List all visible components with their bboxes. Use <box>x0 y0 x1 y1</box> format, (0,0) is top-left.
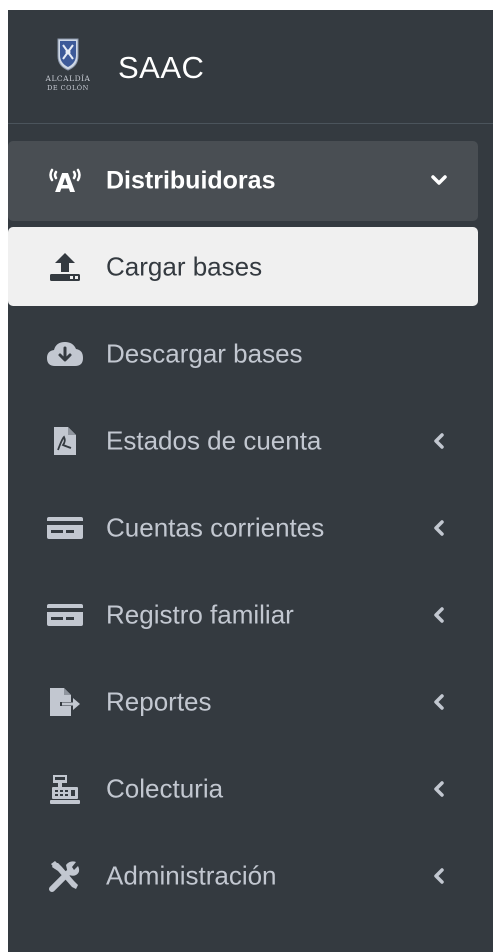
id-card-icon <box>44 598 86 632</box>
nav-item-administracion[interactable]: Administración <box>8 836 478 916</box>
sidebar: ALCALDÍA DE COLÓN SAAC A Distribuidoras <box>8 10 493 952</box>
nav-label-descargar-bases: Descargar bases <box>106 338 303 369</box>
tools-icon <box>44 859 86 893</box>
nav-item-distribuidoras[interactable]: A Distribuidoras <box>8 141 478 221</box>
nav-label-colecturia: Colecturia <box>106 773 224 804</box>
nav-item-cuentas-corrientes[interactable]: Cuentas corrientes <box>8 488 478 568</box>
nav-label-reportes: Reportes <box>106 686 212 717</box>
nav-label-cuentas-corrientes: Cuentas corrientes <box>106 512 325 543</box>
nav-label-administracion: Administración <box>106 860 277 891</box>
id-card-icon <box>44 511 86 545</box>
svg-text:ALCALDÍA: ALCALDÍA <box>45 74 91 83</box>
cash-register-icon <box>44 772 86 806</box>
chevron-left-icon <box>430 780 448 798</box>
nav-item-reportes[interactable]: Reportes <box>8 662 478 742</box>
nav-item-registro-familiar[interactable]: Registro familiar <box>8 575 478 655</box>
nav-label-estados-de-cuenta: Estados de cuenta <box>106 425 322 456</box>
chevron-left-icon <box>430 432 448 450</box>
nav-item-estados-de-cuenta[interactable]: Estados de cuenta <box>8 401 478 481</box>
brand-link[interactable]: ALCALDÍA DE COLÓN SAAC <box>8 10 493 124</box>
chevron-left-icon <box>430 606 448 624</box>
brand-text: SAAC <box>118 50 205 85</box>
nav-item-cargar-bases[interactable]: Cargar bases <box>8 227 478 306</box>
alcaldia-logo-icon: ALCALDÍA DE COLÓN <box>45 38 91 92</box>
nav-label-cargar-bases: Cargar bases <box>106 251 263 281</box>
nav-item-descargar-bases[interactable]: Descargar bases <box>8 314 478 394</box>
chevron-left-icon <box>430 693 448 711</box>
nav-label-distribuidoras: Distribuidoras <box>106 166 276 195</box>
nav-item-colecturia[interactable]: Colecturia <box>8 749 478 829</box>
nav-label-registro-familiar: Registro familiar <box>106 599 294 630</box>
upload-icon <box>44 250 86 284</box>
chevron-left-icon <box>430 519 448 537</box>
file-pdf-icon <box>44 424 86 458</box>
svg-text:A: A <box>55 169 75 196</box>
broadcast-tower-icon: A <box>44 164 86 198</box>
svg-text:DE COLÓN: DE COLÓN <box>47 83 89 92</box>
cloud-download-icon <box>44 337 86 371</box>
file-export-icon <box>44 685 86 719</box>
chevron-down-icon <box>430 172 448 190</box>
chevron-left-icon <box>430 867 448 885</box>
